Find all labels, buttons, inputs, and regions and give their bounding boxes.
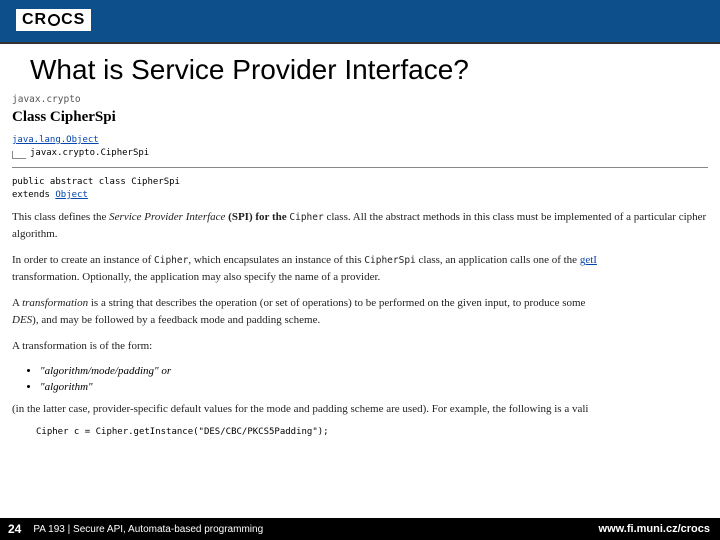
text: A	[12, 297, 22, 309]
footer-bar: 24 PA 193 | Secure API, Automata-based p…	[0, 518, 720, 540]
getinstance-link[interactable]: getI	[580, 254, 597, 266]
url-path: /crocs	[678, 523, 710, 535]
description-para-5: (in the latter case, provider-specific d…	[12, 401, 708, 418]
logo-text-left: CR	[22, 11, 47, 29]
url-host: www.fi.muni.cz	[599, 523, 678, 535]
slide-title: What is Service Provider Interface?	[0, 44, 720, 94]
header-bar: CR CS	[0, 0, 720, 42]
spi-term: Service Provider Interface	[109, 211, 225, 223]
text: , which encapsulates an instance of this	[188, 254, 364, 266]
description-para-1: This class defines the Service Provider …	[12, 209, 708, 242]
text: In order to create an instance of	[12, 254, 154, 266]
page-number: 24	[0, 522, 29, 536]
text: transformation. Optionally, the applicat…	[12, 271, 380, 283]
class-hierarchy: java.lang.Object javax.crypto.CipherSpi	[12, 134, 708, 159]
transformation-forms-list: "algorithm/mode/padding" or "algorithm"	[40, 365, 708, 393]
logo: CR CS	[16, 6, 91, 34]
text: class, an application calls one of the	[416, 254, 580, 266]
form-item-1: "algorithm/mode/padding" or	[40, 365, 708, 377]
sig-object-link[interactable]: Object	[55, 190, 88, 200]
transformation-term: transformation	[22, 297, 88, 309]
class-name: Class CipherSpi	[12, 109, 708, 126]
cipher-code: Cipher	[289, 212, 323, 223]
class-signature: public abstract class CipherSpi extends …	[12, 176, 708, 201]
form-item-2: "algorithm"	[40, 381, 708, 393]
cipher-code: Cipher	[154, 255, 188, 266]
code-example: Cipher c = Cipher.getInstance("DES/CBC/P…	[36, 427, 708, 437]
text: ), and may be followed by a feedback mod…	[32, 314, 320, 326]
cipherspi-code: CipherSpi	[364, 255, 415, 266]
sig-line2-prefix: extends	[12, 190, 55, 200]
logo-circle-icon	[48, 14, 60, 26]
hierarchy-child: javax.crypto.CipherSpi	[30, 148, 149, 158]
package-name: javax.crypto	[12, 94, 708, 105]
logo-text-right: CS	[61, 11, 85, 29]
footer-text: PA 193 | Secure API, Automata-based prog…	[29, 524, 598, 535]
text: (SPI) for the	[225, 211, 289, 223]
logo-box: CR CS	[16, 9, 91, 31]
hierarchy-parent-link[interactable]: java.lang.Object	[12, 135, 99, 145]
description-para-3: A transformation is a string that descri…	[12, 295, 708, 328]
hierarchy-indent-icon	[12, 151, 26, 159]
description-para-4: A transformation is of the form:	[12, 338, 708, 355]
des-term: DES	[12, 314, 32, 326]
footer-url: www.fi.muni.cz/crocs	[599, 523, 720, 535]
divider	[12, 167, 708, 168]
sig-line1: public abstract class CipherSpi	[12, 177, 180, 187]
text: This class defines the	[12, 211, 109, 223]
text: is a string that describes the operation…	[88, 297, 585, 309]
description-para-2: In order to create an instance of Cipher…	[12, 252, 708, 285]
javadoc-content: javax.crypto Class CipherSpi java.lang.O…	[0, 94, 720, 437]
